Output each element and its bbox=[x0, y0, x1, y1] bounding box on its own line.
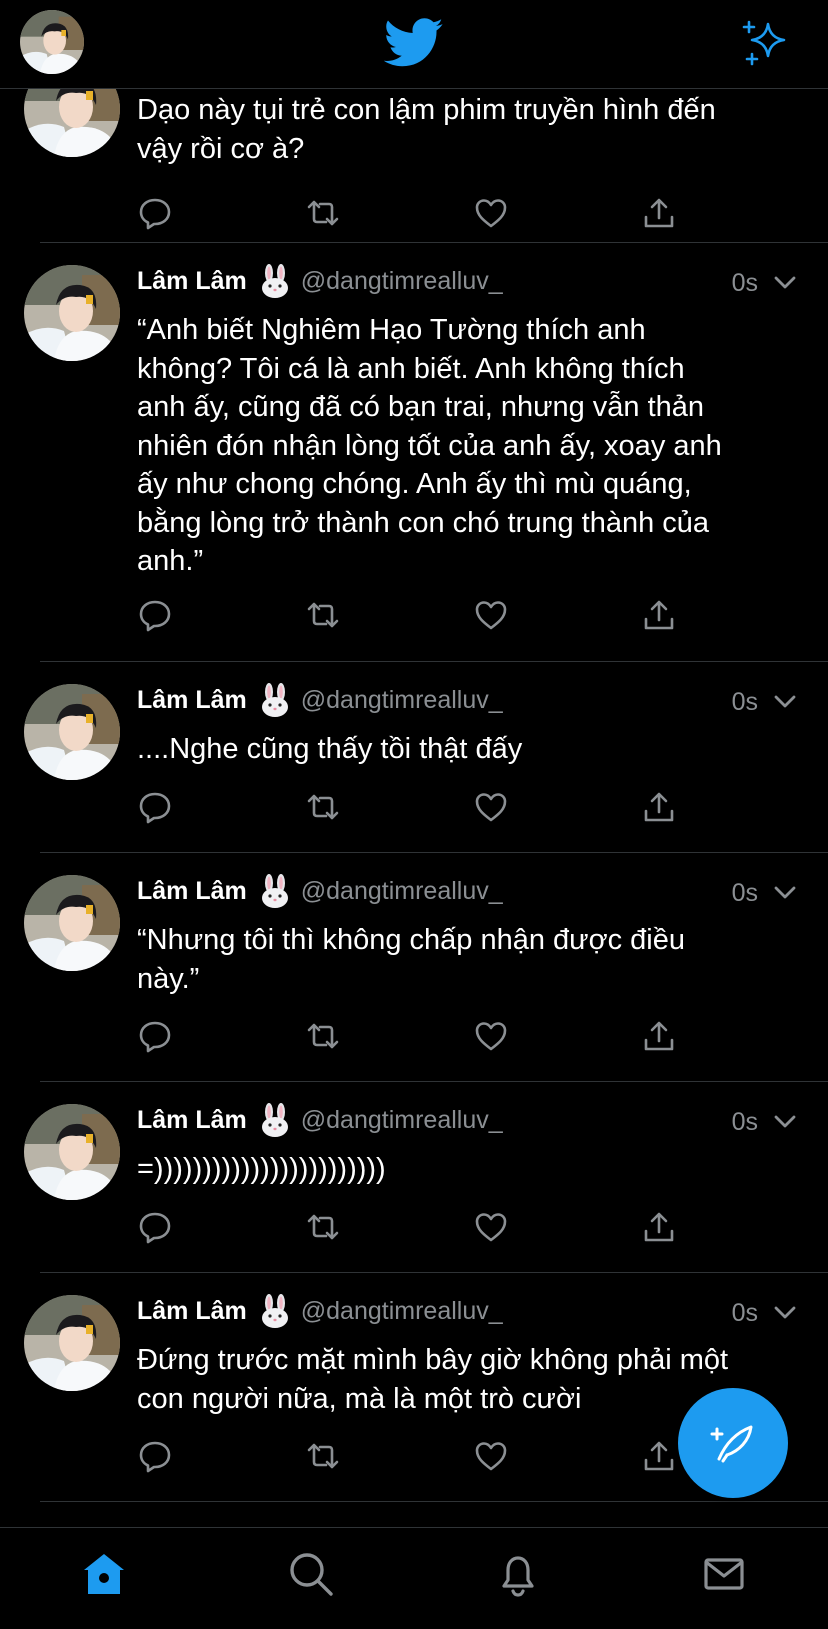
reply-icon[interactable] bbox=[137, 1018, 177, 1058]
reply-icon[interactable] bbox=[137, 195, 177, 235]
share-icon[interactable] bbox=[641, 597, 681, 637]
like-icon[interactable] bbox=[473, 1209, 513, 1249]
like-icon[interactable] bbox=[473, 1018, 513, 1058]
tweet-actions bbox=[137, 1438, 697, 1478]
share-icon[interactable] bbox=[641, 789, 681, 829]
search-icon bbox=[290, 1553, 333, 1596]
tweet[interactable]: Lâm Lâm @dangtimrealluv_ 0s ....Nghe cũn… bbox=[0, 662, 828, 853]
tweet-text: “Anh biết Nghiêm Hạo Tường thích anh khô… bbox=[137, 314, 722, 577]
chevron-down-icon[interactable] bbox=[772, 1299, 798, 1325]
share-icon[interactable] bbox=[641, 1209, 681, 1249]
retweet-icon[interactable] bbox=[305, 597, 345, 637]
author-avatar[interactable] bbox=[24, 684, 120, 780]
retweet-icon[interactable] bbox=[305, 1209, 345, 1249]
tweet-text: =)))))))))))))))))))))))) bbox=[137, 1153, 386, 1185]
compose-tweet-button[interactable] bbox=[678, 1388, 788, 1498]
tweet-header: Lâm Lâm @dangtimrealluv_ bbox=[137, 1102, 503, 1138]
messages-icon bbox=[704, 1558, 744, 1590]
rabbit-face-icon bbox=[259, 264, 291, 298]
like-icon[interactable] bbox=[473, 789, 513, 829]
tweet-actions bbox=[137, 195, 697, 235]
author-avatar[interactable] bbox=[24, 875, 120, 971]
share-icon[interactable] bbox=[641, 1438, 681, 1478]
author-avatar[interactable] bbox=[24, 265, 120, 361]
rabbit-face-icon bbox=[259, 874, 291, 908]
messages-tab[interactable] bbox=[700, 1550, 748, 1598]
profile-avatar[interactable] bbox=[20, 10, 84, 74]
tweet[interactable]: Lâm Lâm @dangtimrealluv_ 0s “Anh biết Ng… bbox=[0, 243, 828, 662]
notifications-icon bbox=[502, 1556, 534, 1597]
chevron-down-icon[interactable] bbox=[772, 1108, 798, 1134]
retweet-icon[interactable] bbox=[305, 195, 345, 235]
chevron-down-icon[interactable] bbox=[772, 879, 798, 905]
author-name[interactable]: Lâm Lâm bbox=[137, 1297, 247, 1326]
tweet-actions bbox=[137, 1018, 697, 1058]
twitter-bird-icon bbox=[383, 18, 444, 68]
retweet-icon[interactable] bbox=[305, 789, 345, 829]
bottom-tab-bar bbox=[0, 1527, 828, 1629]
author-avatar[interactable] bbox=[24, 1295, 120, 1391]
retweet-icon[interactable] bbox=[305, 1018, 345, 1058]
author-handle[interactable]: @dangtimrealluv_ bbox=[301, 267, 503, 296]
author-handle[interactable]: @dangtimrealluv_ bbox=[301, 877, 503, 906]
retweet-icon[interactable] bbox=[305, 1438, 345, 1478]
tweet-time: 0s bbox=[731, 1299, 758, 1327]
tweet-text: “Nhưng tôi thì không chấp nhận được điều… bbox=[137, 924, 685, 995]
tweet-time: 0s bbox=[731, 688, 758, 716]
author-name[interactable]: Lâm Lâm bbox=[137, 1106, 247, 1135]
like-icon[interactable] bbox=[473, 195, 513, 235]
tweet-time: 0s bbox=[731, 879, 758, 907]
author-name[interactable]: Lâm Lâm bbox=[137, 686, 247, 715]
author-name[interactable]: Lâm Lâm bbox=[137, 877, 247, 906]
tweet-actions bbox=[137, 597, 697, 637]
author-avatar[interactable] bbox=[24, 1104, 120, 1200]
rabbit-face-icon bbox=[259, 1103, 291, 1137]
notifications-tab[interactable] bbox=[494, 1550, 542, 1598]
tweet-header: Lâm Lâm @dangtimrealluv_ bbox=[137, 682, 503, 718]
reply-icon[interactable] bbox=[137, 1209, 177, 1249]
chevron-down-icon[interactable] bbox=[772, 269, 798, 295]
reply-icon[interactable] bbox=[137, 789, 177, 829]
tweet-actions bbox=[137, 1209, 697, 1249]
home-icon bbox=[84, 1554, 124, 1594]
tweet-header: Lâm Lâm @dangtimrealluv_ bbox=[137, 1293, 503, 1329]
author-name[interactable]: Lâm Lâm bbox=[137, 267, 247, 296]
tweet-header: Lâm Lâm @dangtimrealluv_ bbox=[137, 263, 503, 299]
divider bbox=[40, 1501, 828, 1502]
tweet-actions bbox=[137, 789, 697, 829]
author-handle[interactable]: @dangtimrealluv_ bbox=[301, 1297, 503, 1326]
top-bar bbox=[0, 0, 828, 89]
tweet-time: 0s bbox=[731, 1108, 758, 1136]
tweet[interactable]: Lâm Lâm @dangtimrealluv_ 0s =)))))))))))… bbox=[0, 1082, 828, 1273]
sparkle-icon[interactable] bbox=[740, 18, 788, 66]
rabbit-face-icon bbox=[259, 683, 291, 717]
reply-icon[interactable] bbox=[137, 597, 177, 637]
author-avatar[interactable] bbox=[24, 89, 120, 157]
share-icon[interactable] bbox=[641, 1018, 681, 1058]
author-handle[interactable]: @dangtimrealluv_ bbox=[301, 1106, 503, 1135]
like-icon[interactable] bbox=[473, 1438, 513, 1478]
tweet-time: 0s bbox=[731, 269, 758, 297]
tweet-header: Lâm Lâm @dangtimrealluv_ bbox=[137, 873, 503, 909]
search-tab[interactable] bbox=[287, 1550, 335, 1598]
tweet[interactable]: Lâm Lâm @dangtimrealluv_ 0s “Nhưng tôi t… bbox=[0, 853, 828, 1082]
tweet-text: Dạo này tụi trẻ con lậm phim truyền hình… bbox=[137, 94, 716, 165]
compose-tweet-icon bbox=[710, 1425, 753, 1463]
share-icon[interactable] bbox=[641, 195, 681, 235]
tweet-feed[interactable]: Dạo này tụi trẻ con lậm phim truyền hình… bbox=[0, 89, 828, 1526]
like-icon[interactable] bbox=[473, 597, 513, 637]
tweet[interactable]: Dạo này tụi trẻ con lậm phim truyền hình… bbox=[0, 89, 828, 243]
rabbit-face-icon bbox=[259, 1294, 291, 1328]
chevron-down-icon[interactable] bbox=[772, 688, 798, 714]
author-handle[interactable]: @dangtimrealluv_ bbox=[301, 686, 503, 715]
reply-icon[interactable] bbox=[137, 1438, 177, 1478]
tweet-text: ....Nghe cũng thấy tồi thật đấy bbox=[137, 733, 523, 765]
home-tab[interactable] bbox=[80, 1550, 128, 1598]
